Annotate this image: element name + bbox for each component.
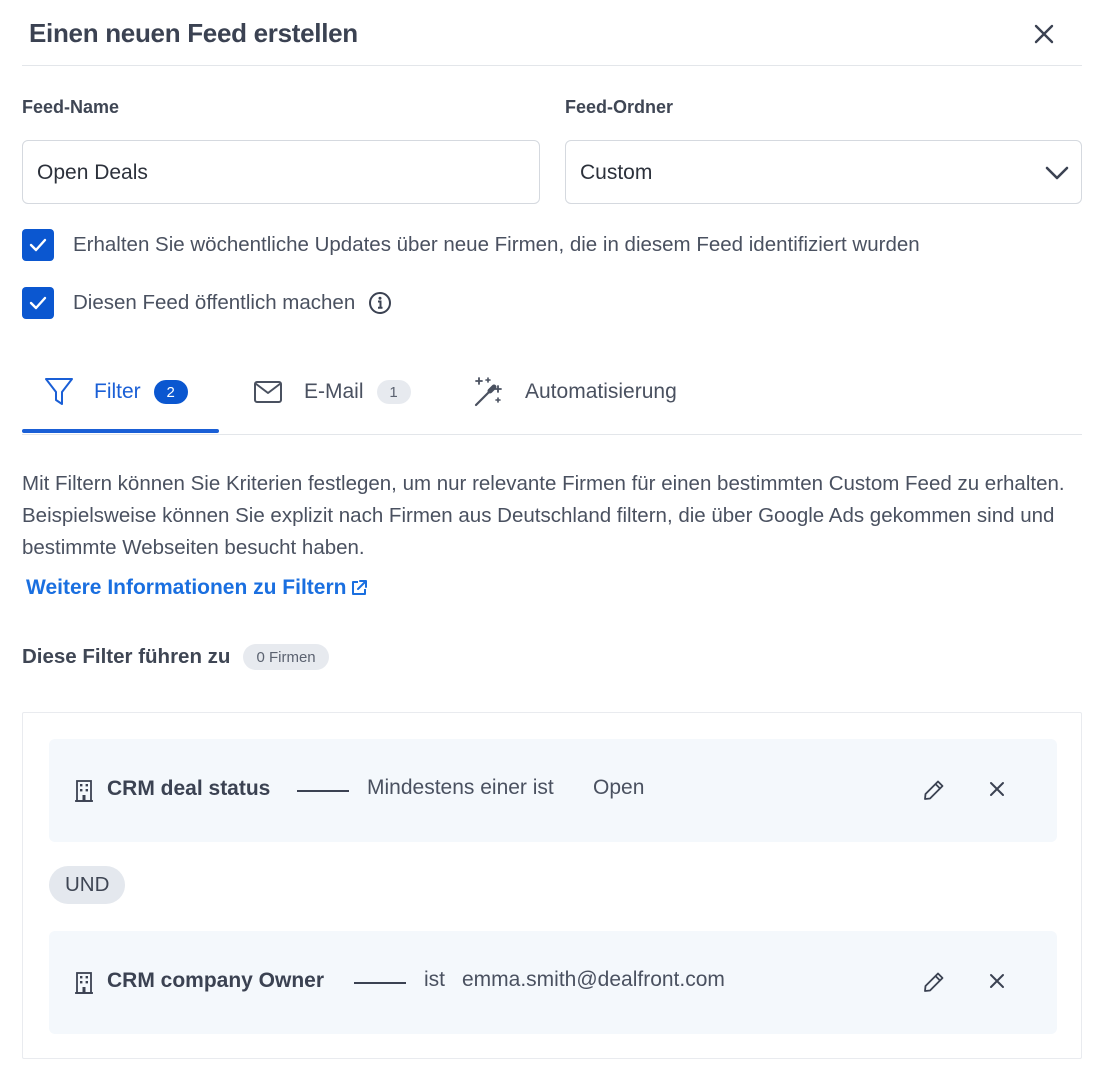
filter-operator: ist <box>424 968 445 991</box>
remove-filter-icon[interactable] <box>987 779 1007 799</box>
info-icon[interactable] <box>368 291 392 315</box>
filter-field-name: CRM company Owner <box>107 969 325 992</box>
pencil-icon[interactable] <box>923 971 945 993</box>
external-link-icon <box>352 580 368 595</box>
filter-result-row: Diese Filter führen zu 0 Firmen <box>22 644 329 670</box>
filter-connector-line <box>297 790 349 792</box>
tab-automation[interactable]: Automatisierung <box>472 372 677 412</box>
filter-connector-line <box>354 982 406 984</box>
weekly-updates-option: Erhalten Sie wöchentliche Updates über n… <box>22 229 920 261</box>
filter-card[interactable]: CRM company Owner ist emma.smith@dealfro… <box>49 931 1057 1034</box>
active-tab-indicator <box>22 429 219 433</box>
tab-bar: Filter 2 E-Mail 1 Automatisierung <box>22 360 1082 435</box>
close-button[interactable] <box>1032 22 1056 46</box>
feed-folder-value: Custom <box>580 161 653 184</box>
filter-value: emma.smith@dealfront.com <box>462 968 725 991</box>
envelope-icon <box>254 381 282 403</box>
weekly-updates-checkbox[interactable] <box>22 229 54 261</box>
filter-icon <box>45 378 73 405</box>
tab-email-label: E-Mail <box>304 380 364 403</box>
pencil-icon[interactable] <box>923 779 945 801</box>
tab-filter-label: Filter <box>94 380 141 403</box>
feed-name-label: Feed-Name <box>22 97 120 117</box>
tab-filter[interactable]: Filter 2 <box>44 372 188 412</box>
checkmark-icon <box>29 238 47 252</box>
building-icon <box>75 972 93 994</box>
filter-result-label: Diese Filter führen zu <box>22 645 231 668</box>
weekly-updates-label: Erhalten Sie wöchentliche Updates über n… <box>73 233 920 256</box>
magic-wand-icon <box>474 377 502 407</box>
feed-folder-select[interactable]: Custom <box>565 140 1082 204</box>
feed-folder-label: Feed-Ordner <box>565 97 674 117</box>
tab-email-badge: 1 <box>376 380 411 404</box>
public-feed-checkbox[interactable] <box>22 287 54 319</box>
filter-card[interactable]: CRM deal status Mindestens einer ist Ope… <box>49 739 1057 842</box>
public-feed-option: Diesen Feed öffentlich machen <box>22 287 392 319</box>
company-count-badge: 0 Firmen <box>243 644 329 670</box>
filter-operator: Mindestens einer ist <box>367 776 554 799</box>
filter-value: Open <box>593 776 645 799</box>
feed-name-input[interactable]: Open Deals <box>22 140 540 204</box>
and-connector-badge: UND <box>49 866 126 904</box>
filters-info-link[interactable]: Weitere Informationen zu Filtern <box>26 576 368 600</box>
tab-filter-badge: 2 <box>153 380 188 404</box>
tab-automation-label: Automatisierung <box>525 380 677 403</box>
chevron-down-icon <box>1045 166 1069 180</box>
dialog-title: Einen neuen Feed erstellen <box>29 18 358 48</box>
dialog-header: Einen neuen Feed erstellen <box>22 0 1082 66</box>
tab-email[interactable]: E-Mail 1 <box>253 372 411 412</box>
public-feed-label: Diesen Feed öffentlich machen <box>73 291 356 314</box>
filter-field-name: CRM deal status <box>107 777 271 800</box>
filter-list: CRM deal status Mindestens einer ist Ope… <box>22 712 1082 1059</box>
filters-description: Mit Filtern können Sie Kriterien festleg… <box>22 472 1065 559</box>
filters-info-link-text: Weitere Informationen zu Filtern <box>26 576 347 599</box>
checkmark-icon <box>29 296 47 310</box>
feed-name-value: Open Deals <box>37 161 148 184</box>
close-icon <box>1034 24 1054 44</box>
building-icon <box>75 780 93 802</box>
remove-filter-icon[interactable] <box>987 971 1007 991</box>
